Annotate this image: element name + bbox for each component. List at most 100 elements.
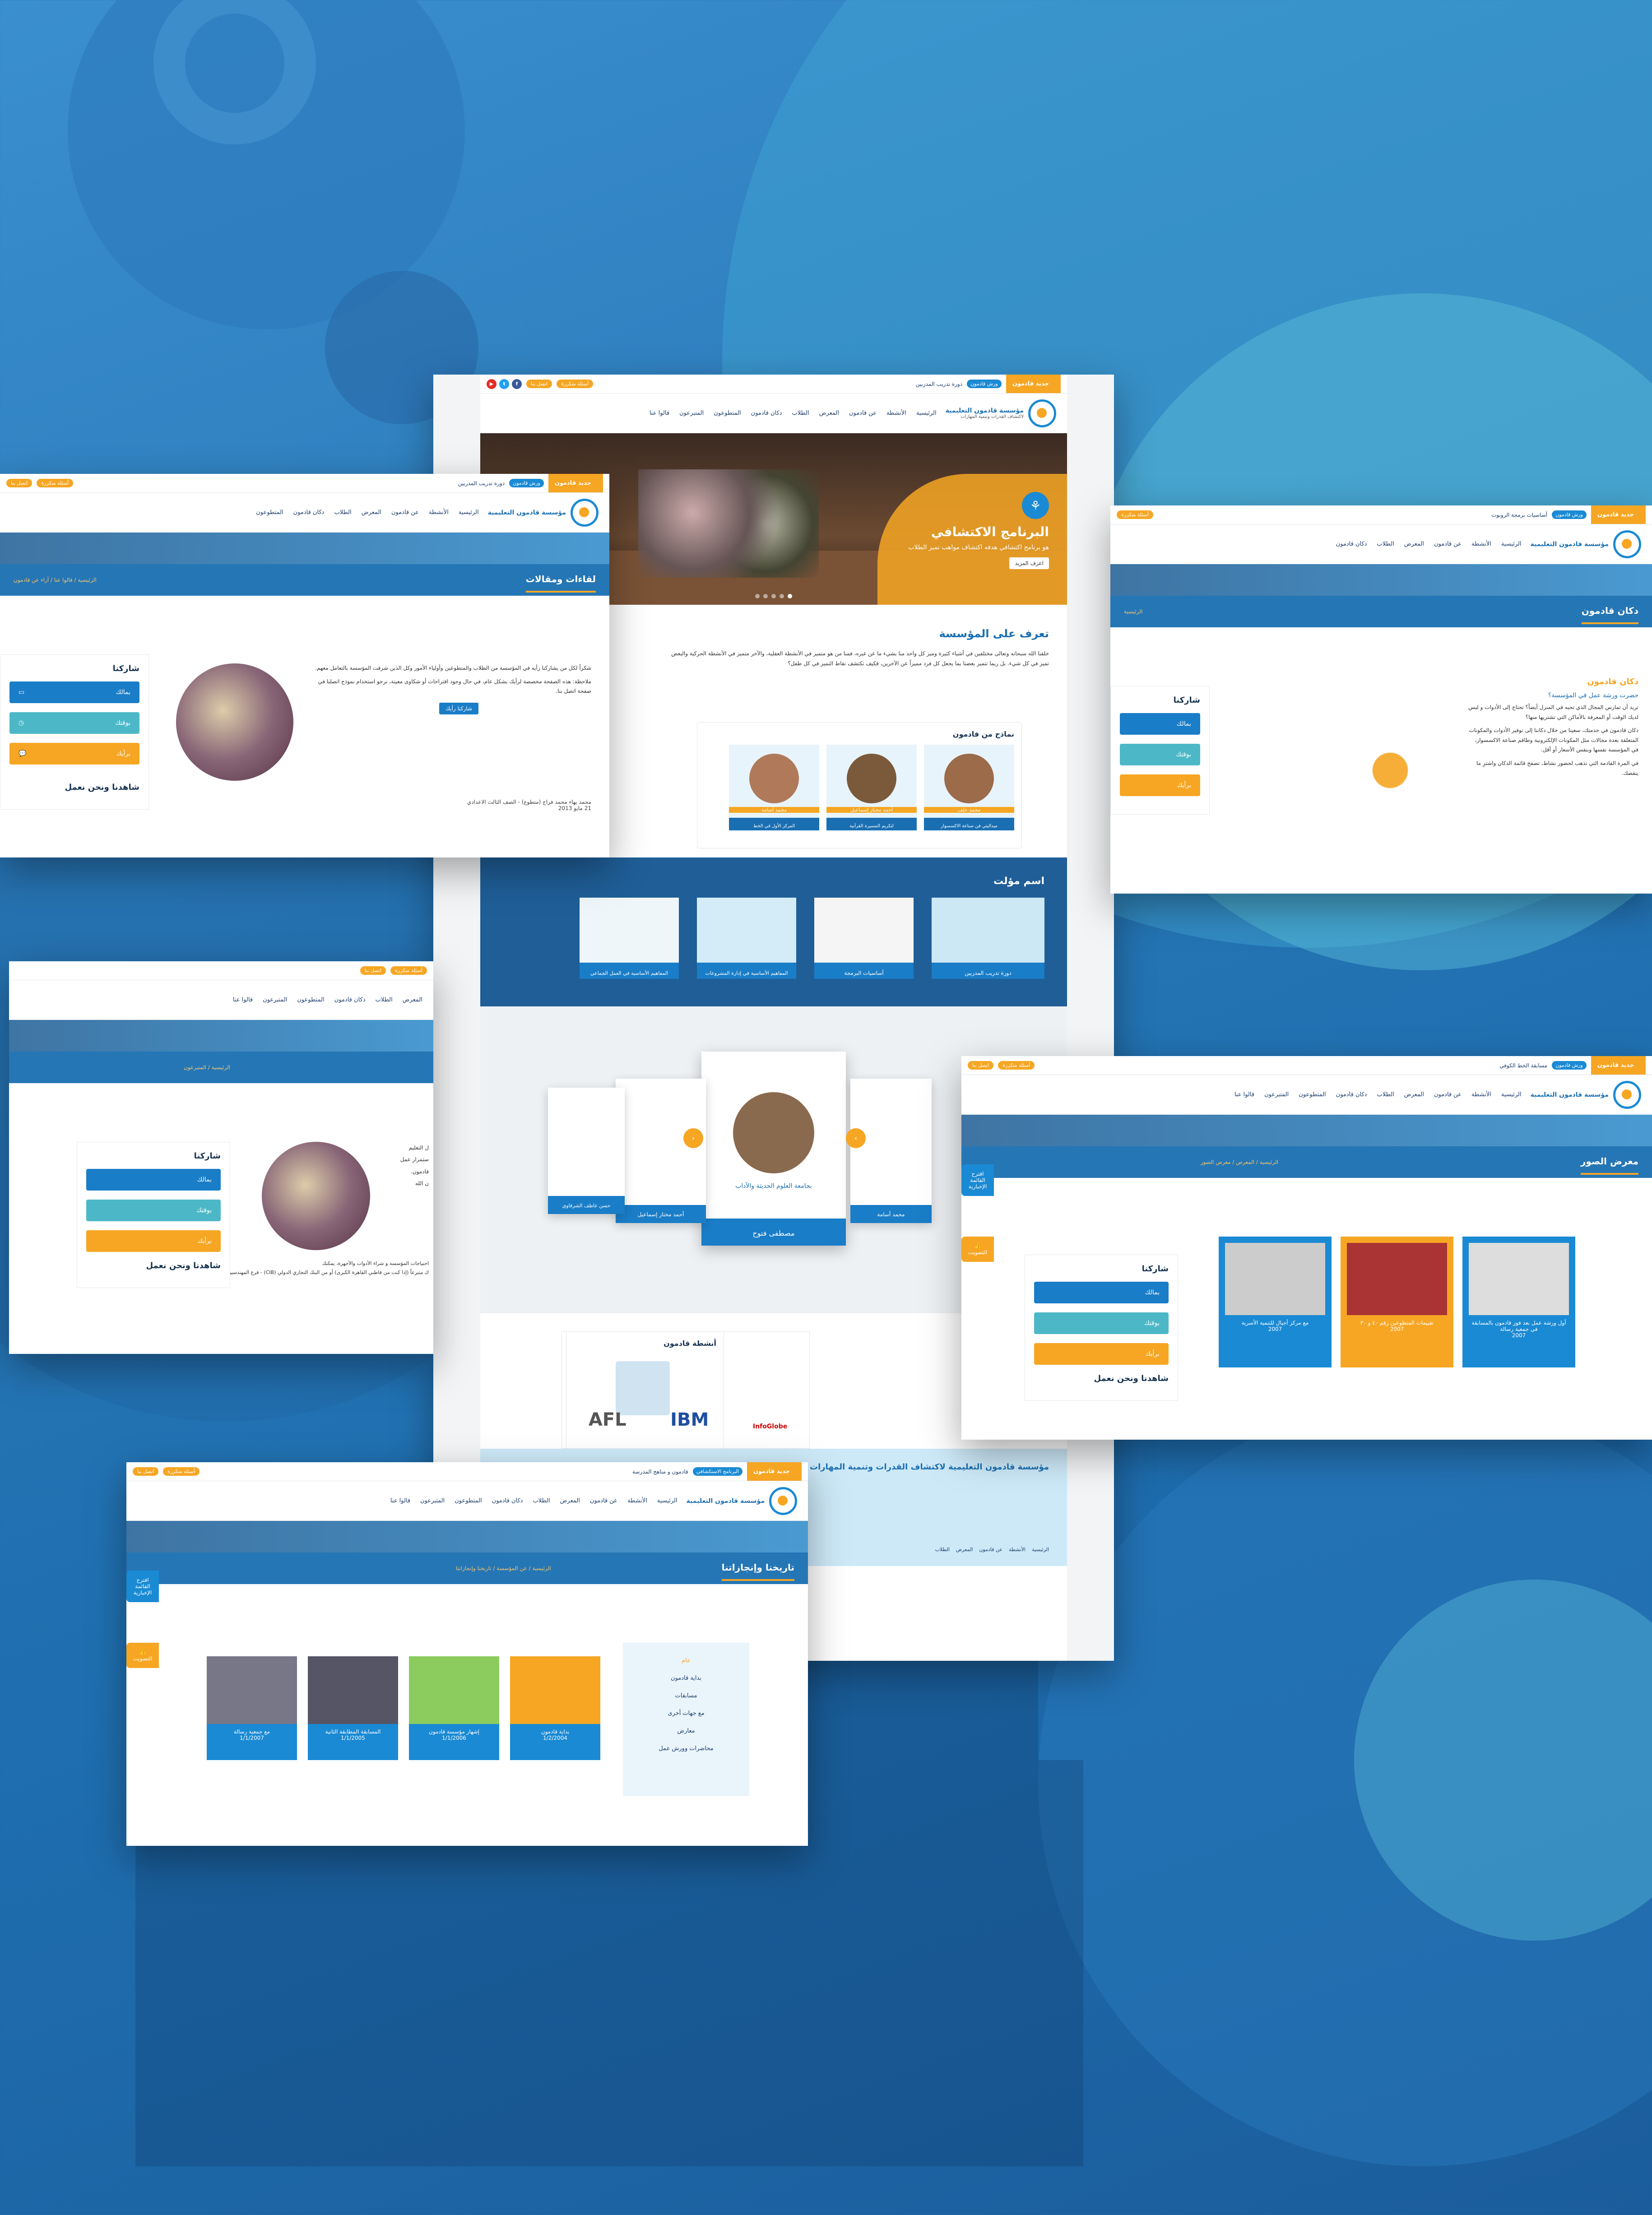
breadcrumb[interactable]: الرئيسية / قالوا عنا / آراء عن قادمون [14, 577, 97, 583]
ticker-pill[interactable]: ورش قادمون [509, 479, 544, 487]
nav-item[interactable]: المعرض [1404, 541, 1424, 547]
workshop-card[interactable]: أساسيات البرمجة [814, 898, 914, 979]
nav-item[interactable]: دكان قادمون [751, 410, 782, 417]
nav-item[interactable]: الرئيسية [1501, 1091, 1522, 1098]
footer-link[interactable]: عن قادمون [979, 1547, 1002, 1552]
nav-item[interactable]: الطلاب [792, 410, 809, 417]
nav-item[interactable]: الرئيسية [459, 509, 479, 516]
nav-item[interactable]: الرئيسية [1501, 541, 1522, 547]
nav-item[interactable]: المتطوعون [1299, 1091, 1326, 1098]
contact-link[interactable]: اتصل بنا [526, 380, 552, 388]
model-card[interactable]: محمد خلف ميداليتي فن صناعة الاكسسوار [924, 745, 1014, 830]
nav-item[interactable]: عن قادمون [849, 410, 877, 417]
contact-link[interactable]: اتصل بنا [968, 1061, 994, 1070]
share-opinion-button[interactable]: برأيك 💬 [9, 743, 139, 765]
nav-item[interactable]: عن قادمون [1434, 1091, 1462, 1098]
site-logo[interactable]: مؤسسة قادمون التعليمية [488, 498, 599, 527]
footer-link[interactable]: الطلاب [935, 1547, 950, 1552]
site-logo[interactable]: مؤسسة قادمون التعليمية [687, 1487, 797, 1515]
breadcrumb[interactable]: الرئيسية [1124, 608, 1142, 615]
model-card[interactable]: أحمد مختار إسماعيل لتكريم المسيرة القرآني… [826, 745, 917, 830]
news-ticker[interactable]: دورة تدريب المدربين [78, 480, 505, 487]
donate-time-button[interactable]: بوقتك ◷ [9, 712, 139, 734]
carousel-prev-button[interactable]: › [846, 1128, 866, 1148]
ticker-pill[interactable]: ورش قادمون [1552, 510, 1587, 519]
twitter-icon[interactable]: t [499, 379, 509, 389]
gallery-album[interactable]: أول ورشة عمل بعد فوز قادمون بالمسابقة في… [1462, 1237, 1575, 1367]
nav-item[interactable]: المعرض [560, 1497, 580, 1504]
nav-item[interactable]: عن قادمون [391, 509, 419, 516]
contact-link[interactable]: اتصل بنا [133, 1467, 159, 1476]
nav-item[interactable]: قالوا عنا [233, 996, 253, 1003]
partner-logo[interactable]: IBM [670, 1409, 709, 1430]
gallery-album[interactable]: مع مركز أجيال للتنمية الأسرية 2007 [1219, 1237, 1332, 1367]
nav-item[interactable]: عن قادمون [590, 1497, 617, 1504]
news-ticker[interactable]: دورة تدريب المدربين [598, 381, 963, 387]
filter-item[interactable]: محاضرات وورش عمل [632, 1740, 740, 1757]
nav-item[interactable]: الطلاب [1377, 1091, 1394, 1098]
donate-money-button[interactable]: بمالك ▭ [9, 681, 139, 703]
footer-link[interactable]: الأنشطة [1009, 1547, 1026, 1552]
workshop-card[interactable]: دورة تدريب المدربين [932, 898, 1044, 979]
share-opinion-button[interactable]: برأيك [1034, 1343, 1169, 1365]
youtube-icon[interactable]: ▶ [487, 379, 497, 389]
model-card[interactable]: محمد أسامة المركز الأول في الخط [729, 745, 819, 830]
nav-item[interactable]: قالوا عنا [650, 410, 669, 417]
nav-item[interactable]: الأنشطة [429, 509, 449, 516]
partner-logo[interactable]: AFL [589, 1409, 626, 1430]
nav-item[interactable]: المتطوعون [256, 509, 283, 516]
workshop-card[interactable]: المفاهيم الأساسية في العمل الجماعي [580, 898, 679, 979]
footer-link[interactable]: الرئيسية [1032, 1547, 1049, 1552]
nav-item[interactable]: المتبرعون [263, 996, 287, 1003]
nav-item[interactable]: المتبرعون [679, 410, 704, 417]
nav-item[interactable]: قالوا عنا [1234, 1091, 1254, 1098]
donate-time-button[interactable]: بوقتك [86, 1200, 221, 1221]
suggest-tab[interactable]: اقترح القائمة الإخبارية [126, 1571, 159, 1602]
nav-item[interactable]: الرئيسية [916, 410, 937, 417]
faq-link[interactable]: أسئلة متكررة [1117, 510, 1154, 519]
faq-link[interactable]: أسئلة متكررة [37, 479, 74, 487]
partner-logo[interactable]: InfoGlobe [753, 1423, 787, 1430]
faq-link[interactable]: أسئلة متكررة [998, 1061, 1035, 1070]
history-item[interactable]: بداية قادمون 1/2/2004 [510, 1656, 600, 1760]
history-item[interactable]: المسابقة المطابقة الثانية 1/1/2005 [308, 1656, 398, 1760]
nav-item[interactable]: دكان قادمون [293, 509, 325, 516]
share-opinion-button[interactable]: برأيك [86, 1230, 221, 1252]
facebook-icon[interactable]: f [512, 379, 522, 389]
carousel-card-center[interactable]: بجامعة العلوم الحديثة والآداب مصطفى فتوح [701, 1052, 846, 1246]
footer-link[interactable]: المعرض [956, 1547, 973, 1552]
filter-item[interactable]: مع جهات أخرى [632, 1705, 740, 1722]
suggest-tab[interactable]: اقترح القائمة الإخبارية [961, 1164, 994, 1196]
nav-item[interactable]: الأنشطة [886, 410, 906, 417]
nav-item[interactable]: الطلاب [334, 509, 351, 516]
nav-item[interactable]: الطلاب [533, 1497, 550, 1504]
nav-item[interactable]: المتبرعون [420, 1497, 445, 1504]
nav-item[interactable]: دكان قادمون [1336, 541, 1367, 547]
nav-item[interactable]: الرئيسية [657, 1497, 678, 1504]
donate-money-button[interactable]: بمالك [1034, 1282, 1169, 1303]
share-opinion-cta[interactable]: شاركنا رأيك [439, 702, 478, 714]
faq-link[interactable]: أسئلة متكررة [163, 1467, 200, 1476]
site-logo[interactable]: مؤسسة قادمون التعليمية لاكتشاف القدرات وت… [946, 399, 1056, 427]
nav-item[interactable]: الطلاب [376, 996, 393, 1003]
nav-item[interactable]: الأنشطة [1471, 541, 1491, 547]
carousel-card[interactable]: حسن عاطف الشرقاوي [548, 1088, 625, 1214]
faq-link[interactable]: أسئلة متكررة [557, 380, 594, 388]
nav-item[interactable]: المعرض [819, 410, 839, 417]
nav-item[interactable]: المعرض [362, 509, 381, 516]
site-logo[interactable]: مؤسسة قادمون التعليمية [1531, 530, 1641, 558]
history-item[interactable]: إشهار مؤسسة قادمون 1/1/2006 [409, 1656, 499, 1760]
ticker-pill[interactable]: ورش قادمون [1552, 1061, 1587, 1070]
carousel-card[interactable]: أحمد مختار إسماعيل [616, 1079, 706, 1223]
nav-item[interactable]: عن قادمون [1434, 541, 1462, 547]
donate-money-button[interactable]: بمالك [86, 1169, 221, 1191]
ticker-pill[interactable]: ورش قادمون [967, 380, 1002, 388]
breadcrumb[interactable]: الرئيسية / المتبرعون [184, 1064, 230, 1070]
site-logo[interactable]: مؤسسة قادمون التعليمية [1531, 1080, 1641, 1109]
filter-item[interactable]: معارض [632, 1722, 740, 1740]
news-ticker[interactable]: قادمون و مناهج المدرسة [204, 1469, 688, 1475]
donate-money-button[interactable]: بمالك [1120, 713, 1200, 735]
nav-item[interactable]: دكان قادمون [1336, 1091, 1367, 1098]
carousel-next-button[interactable]: ‹ [683, 1128, 703, 1148]
donate-time-button[interactable]: بوقتك [1034, 1312, 1169, 1334]
